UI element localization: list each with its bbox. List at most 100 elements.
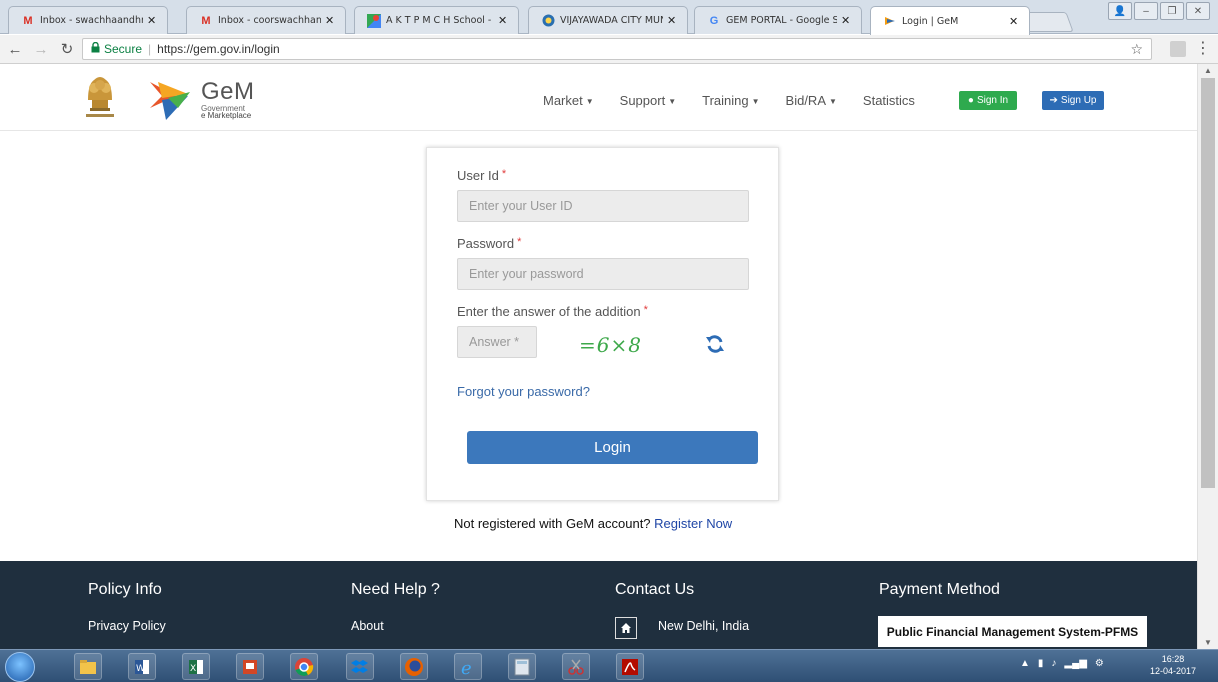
secure-label: Secure: [104, 42, 143, 56]
privacy-policy-link[interactable]: Privacy Policy: [88, 619, 166, 633]
close-icon[interactable]: ✕: [498, 14, 508, 27]
captcha-label: Enter the answer of the addition *: [457, 304, 648, 319]
windows-taskbar: W X e ▲ ▮ ♪ ▂▄▆ ⚙ 16:28 12-04-2017: [0, 649, 1218, 682]
home-icon: [615, 617, 637, 639]
login-button[interactable]: Login: [467, 431, 758, 464]
nav-support[interactable]: Support ▼: [620, 93, 676, 108]
tab-title: VIJAYAWADA CITY MUN: [560, 15, 663, 26]
dropbox-icon[interactable]: [346, 653, 374, 680]
nav-market[interactable]: Market ▼: [543, 93, 594, 108]
login-card: User Id* Password* Enter the answer of t…: [426, 147, 779, 501]
volume-icon[interactable]: ♪: [1051, 658, 1056, 669]
google-icon: G: [709, 14, 719, 27]
caret-down-icon: ▼: [829, 97, 837, 107]
sign-up-button[interactable]: ➔ Sign Up: [1042, 91, 1104, 110]
maps-icon: [367, 13, 381, 28]
calculator-icon[interactable]: [508, 653, 536, 680]
browser-tab-5[interactable]: G GEM PORTAL - Google S ✕: [694, 6, 862, 34]
nav-bid-ra[interactable]: Bid/RA ▼: [786, 93, 837, 108]
gem-icon: [883, 14, 897, 28]
tab-title: Inbox - swachhaandhra2(: [40, 15, 143, 26]
powerpoint-icon[interactable]: [236, 653, 264, 680]
nav-statistics[interactable]: Statistics: [863, 93, 915, 108]
kebab-menu-icon[interactable]: ⋮: [1195, 38, 1211, 58]
close-window-icon[interactable]: ✕: [1186, 2, 1210, 20]
close-icon[interactable]: ✕: [147, 14, 157, 27]
refresh-captcha-icon[interactable]: [705, 334, 725, 354]
back-icon[interactable]: ←: [4, 41, 26, 58]
page-scrollbar[interactable]: ▲ ▼: [1197, 64, 1218, 649]
tab-title: A K T P M C H School - G: [386, 15, 494, 26]
snipping-tool-icon[interactable]: [562, 653, 590, 680]
about-link[interactable]: About: [351, 619, 384, 633]
vmc-icon: [541, 14, 555, 28]
system-tray: ▲ ▮ ♪ ▂▄▆ ⚙: [1020, 658, 1104, 669]
tab-title: GEM PORTAL - Google S: [726, 15, 837, 26]
lock-icon: [91, 41, 100, 56]
star-icon[interactable]: ☆: [1130, 41, 1143, 58]
browser-tab-4[interactable]: VIJAYAWADA CITY MUN ✕: [528, 6, 688, 34]
browser-tab-3[interactable]: A K T P M C H School - G ✕: [354, 6, 519, 34]
reload-icon[interactable]: ↻: [56, 40, 78, 58]
gmail-icon: M: [23, 14, 33, 27]
close-icon[interactable]: ✕: [667, 14, 677, 27]
chrome-icon[interactable]: [290, 653, 318, 680]
captcha-image: =6×8: [579, 333, 642, 357]
adobe-reader-icon[interactable]: [616, 653, 644, 680]
password-label: Password *: [457, 236, 522, 251]
excel-icon[interactable]: X: [182, 653, 210, 680]
maximize-icon[interactable]: ❐: [1160, 2, 1184, 20]
browser-tab-6[interactable]: Login | GeM ✕: [870, 6, 1030, 35]
browser-tab-1[interactable]: M Inbox - swachhaandhra2( ✕: [8, 6, 168, 34]
close-icon[interactable]: ✕: [1009, 15, 1019, 28]
userid-input[interactable]: [457, 190, 749, 222]
internet-explorer-icon[interactable]: e: [454, 653, 482, 680]
sign-in-button[interactable]: ● Sign In: [959, 91, 1017, 110]
battery-icon[interactable]: ▮: [1038, 658, 1044, 669]
forward-icon[interactable]: →: [30, 41, 52, 58]
contact-address: New Delhi, India: [658, 619, 750, 633]
user-icon[interactable]: 👤: [1108, 2, 1132, 20]
system-clock[interactable]: 16:28 12-04-2017: [1140, 653, 1206, 677]
extension-icon[interactable]: [1170, 41, 1186, 57]
start-button[interactable]: [5, 652, 35, 682]
word-icon[interactable]: W: [128, 653, 156, 680]
caret-down-icon: ▼: [751, 97, 760, 107]
scroll-up-icon[interactable]: ▲: [1204, 66, 1212, 75]
pfms-badge[interactable]: Public Financial Management System-PFMS: [878, 616, 1147, 647]
close-icon[interactable]: ✕: [325, 14, 335, 27]
firefox-icon[interactable]: [400, 653, 428, 680]
minimize-icon[interactable]: –: [1134, 2, 1158, 20]
scroll-down-icon[interactable]: ▼: [1204, 638, 1212, 647]
close-icon[interactable]: ✕: [841, 14, 851, 27]
forgot-password-link[interactable]: Forgot your password?: [457, 384, 590, 399]
captcha-answer-input[interactable]: [457, 326, 537, 358]
explorer-icon[interactable]: [74, 653, 102, 680]
address-bar[interactable]: Secure | https://gem.gov.in/login ☆: [82, 38, 1152, 60]
tray-expand-icon[interactable]: ▲: [1020, 658, 1030, 669]
gmail-icon: M: [201, 14, 211, 27]
url-separator: |: [148, 42, 152, 56]
signal-icon[interactable]: ▂▄▆: [1064, 658, 1086, 669]
brand-word: GeM: [201, 78, 255, 105]
page-viewport: GeM Government e Marketplace Market ▼ Sup…: [0, 64, 1197, 649]
register-now-link[interactable]: Register Now: [654, 516, 732, 531]
brand-line-2: e Marketplace: [201, 111, 252, 120]
caret-down-icon: ▼: [585, 97, 594, 107]
nav-training[interactable]: Training ▼: [702, 93, 759, 108]
tab-title: Login | GeM: [902, 15, 959, 27]
password-input[interactable]: [457, 258, 749, 290]
site-header: GeM Government e Marketplace Market ▼ Sup…: [0, 64, 1197, 131]
footer-help-heading: Need Help ?: [351, 581, 440, 598]
network-icon[interactable]: ⚙: [1095, 658, 1104, 669]
url-text: https://gem.gov.in/login: [157, 42, 280, 56]
caret-down-icon: ▼: [668, 97, 677, 107]
scroll-thumb[interactable]: [1201, 78, 1215, 488]
user-circle-icon: ●: [967, 95, 974, 106]
window-controls: 👤 – ❐ ✕: [1108, 2, 1210, 20]
tab-title: Inbox - coorswachhandh: [218, 15, 321, 26]
footer-payment-heading: Payment Method: [879, 581, 1000, 598]
site-footer: Policy Info Privacy Policy Need Help ? A…: [0, 561, 1197, 649]
svg-text:X: X: [190, 664, 196, 674]
browser-tab-2[interactable]: M Inbox - coorswachhandh ✕: [186, 6, 346, 34]
